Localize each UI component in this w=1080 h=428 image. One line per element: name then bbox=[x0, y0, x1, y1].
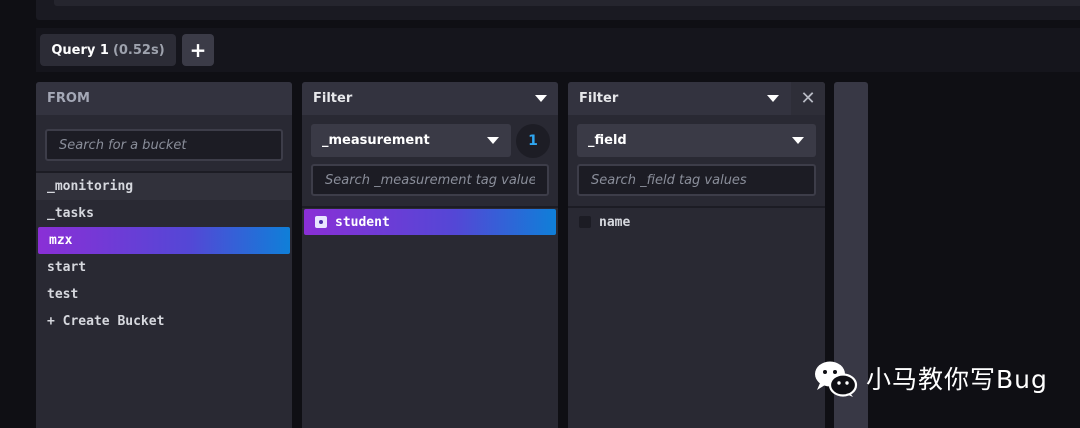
tag-key-label: _field bbox=[588, 133, 627, 148]
from-panel-title: FROM bbox=[47, 91, 90, 106]
script-editor-edge bbox=[54, 0, 1080, 6]
filter-panel-header[interactable]: Filter ✕ bbox=[568, 82, 825, 115]
selected-count-badge: 1 bbox=[516, 124, 550, 158]
chevron-down-icon bbox=[792, 137, 804, 144]
chevron-down-icon bbox=[767, 95, 779, 102]
plus-icon: + bbox=[189, 38, 207, 62]
filter-panel-field: Filter ✕ _field name bbox=[568, 82, 825, 428]
bucket-label: _monitoring bbox=[47, 179, 134, 194]
selected-count: 1 bbox=[528, 133, 538, 149]
bucket-label: mzx bbox=[49, 233, 73, 248]
query-tab-label: Query 1 bbox=[51, 42, 109, 58]
field-search-input[interactable] bbox=[577, 164, 816, 196]
query-builder: Query 1 (0.52s) + FROM _monitoring _task… bbox=[0, 0, 1080, 428]
add-query-button[interactable]: + bbox=[182, 34, 214, 66]
bucket-item-tasks[interactable]: _tasks bbox=[36, 200, 292, 227]
script-editor-area bbox=[36, 0, 1080, 20]
from-panel: FROM _monitoring _tasks mzx start test +… bbox=[36, 82, 292, 428]
bucket-label: _tasks bbox=[47, 206, 94, 221]
checkbox-checked-icon[interactable] bbox=[315, 216, 327, 228]
wechat-icon bbox=[815, 361, 858, 397]
checkbox-unchecked-icon[interactable] bbox=[579, 216, 591, 228]
filter-panel-title: Filter bbox=[313, 91, 353, 106]
bucket-item-mzx[interactable]: mzx bbox=[38, 227, 290, 254]
measurement-search-input[interactable] bbox=[311, 164, 549, 196]
field-value-list: name bbox=[568, 209, 825, 235]
bucket-list: _monitoring _tasks mzx start test + Crea… bbox=[36, 173, 292, 335]
measurement-value-list: student bbox=[302, 209, 558, 235]
filter-divider bbox=[302, 206, 558, 208]
filter-divider bbox=[568, 206, 825, 208]
bucket-label: test bbox=[47, 287, 79, 302]
from-panel-header: FROM bbox=[36, 82, 292, 115]
close-icon[interactable]: ✕ bbox=[791, 82, 825, 115]
bucket-item-monitoring[interactable]: _monitoring bbox=[36, 173, 292, 200]
tag-value-label: name bbox=[599, 214, 631, 230]
tag-key-dropdown[interactable]: _measurement bbox=[311, 124, 511, 157]
tag-value-name[interactable]: name bbox=[568, 209, 825, 235]
bucket-item-start[interactable]: start bbox=[36, 254, 292, 281]
tag-key-label: _measurement bbox=[322, 133, 430, 148]
chevron-down-icon bbox=[487, 137, 499, 144]
filter-panel-measurement: Filter _measurement 1 student bbox=[302, 82, 558, 428]
bucket-item-test[interactable]: test bbox=[36, 281, 292, 308]
create-bucket-button[interactable]: + Create Bucket bbox=[36, 308, 292, 335]
watermark: 小马教你写Bug bbox=[812, 356, 1048, 400]
tag-key-dropdown[interactable]: _field bbox=[577, 124, 816, 157]
tag-value-label: student bbox=[335, 214, 390, 230]
chevron-down-icon bbox=[535, 95, 547, 102]
watermark-text: 小马教你写Bug bbox=[866, 365, 1048, 394]
close-label: ✕ bbox=[800, 88, 816, 109]
bucket-label: start bbox=[47, 260, 87, 275]
bucket-search-input[interactable] bbox=[45, 129, 283, 161]
create-bucket-label: + Create Bucket bbox=[47, 314, 165, 329]
query-tab-time: (0.52s) bbox=[112, 42, 165, 58]
filter-panel-title: Filter bbox=[579, 91, 619, 106]
query-tab-1[interactable]: Query 1 (0.52s) bbox=[40, 34, 176, 66]
filter-panel-header[interactable]: Filter bbox=[302, 82, 558, 115]
tag-value-student[interactable]: student bbox=[304, 209, 556, 235]
